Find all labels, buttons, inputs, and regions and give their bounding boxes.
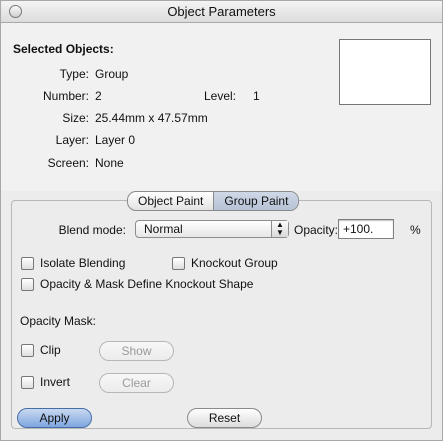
screen-label: Screen: <box>47 156 89 170</box>
type-label: Type: <box>59 67 89 81</box>
layer-label: Layer: <box>55 133 89 147</box>
blend-mode-label: Blend mode: <box>58 223 126 237</box>
close-icon[interactable] <box>9 5 22 18</box>
clear-button[interactable]: Clear <box>99 373 174 393</box>
apply-button[interactable]: Apply <box>17 408 92 428</box>
title-bar: Object Parameters <box>1 1 442 23</box>
invert-label: Invert <box>40 375 71 389</box>
type-value: Group <box>95 67 129 81</box>
isolate-blending-label: Isolate Blending <box>40 256 126 270</box>
number-label: Number: <box>42 89 89 103</box>
selection-heading: Selected Objects: <box>13 42 114 56</box>
tab-group-paint[interactable]: Group Paint <box>213 192 299 210</box>
opacity-mask-knockout-checkbox[interactable] <box>21 278 34 291</box>
layer-value: Layer 0 <box>95 133 136 147</box>
blend-mode-value: Normal <box>144 222 183 236</box>
selection-info: Selected Objects: Type: Group Number: 2 … <box>1 23 442 191</box>
isolate-blending-checkbox[interactable] <box>21 257 34 270</box>
window-title: Object Parameters <box>167 4 276 19</box>
size-label: Size: <box>62 111 89 125</box>
screen-value: None <box>95 156 124 170</box>
show-button[interactable]: Show <box>99 341 174 361</box>
paint-tabs: Object Paint Group Paint <box>127 191 300 211</box>
opacity-input[interactable]: +100. <box>338 219 394 239</box>
clip-label: Clip <box>40 343 61 357</box>
clip-checkbox[interactable] <box>21 344 34 357</box>
object-preview <box>339 39 431 105</box>
reset-button[interactable]: Reset <box>187 408 262 428</box>
level-label: Level: <box>203 89 236 103</box>
opacity-mask-heading: Opacity Mask: <box>20 314 97 328</box>
blend-mode-select[interactable]: Normal ▲ ▼ <box>135 220 289 238</box>
size-value: 25.44mm x 47.57mm <box>95 111 208 125</box>
number-value: 2 <box>95 89 102 103</box>
opacity-unit: % <box>410 223 421 237</box>
knockout-group-label: Knockout Group <box>191 256 278 270</box>
invert-checkbox[interactable] <box>21 376 34 389</box>
opacity-mask-knockout-label: Opacity & Mask Define Knockout Shape <box>40 277 254 291</box>
updown-arrows-icon: ▲ ▼ <box>271 221 288 237</box>
level-value: 1 <box>253 89 260 103</box>
object-parameters-window: Object Parameters Selected Objects: Type… <box>0 0 443 441</box>
knockout-group-checkbox[interactable] <box>172 257 185 270</box>
tab-object-paint[interactable]: Object Paint <box>128 192 213 210</box>
